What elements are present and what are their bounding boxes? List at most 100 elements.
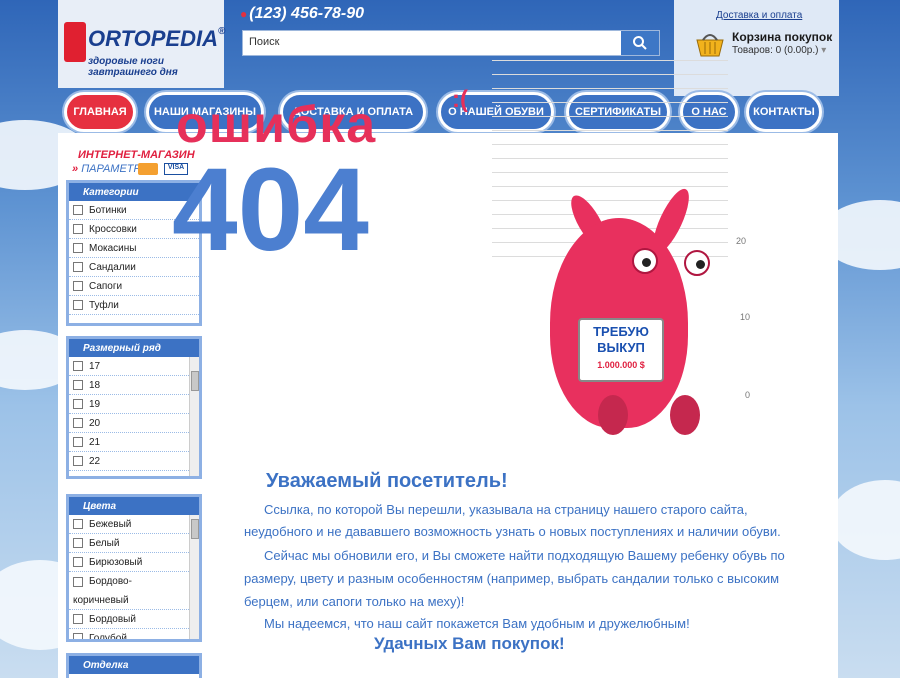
list-item[interactable]: Белый bbox=[69, 534, 199, 553]
checkbox[interactable] bbox=[73, 519, 83, 529]
lineup-mark: 20 bbox=[735, 236, 746, 246]
checkbox[interactable] bbox=[73, 224, 83, 234]
list-item-label: Туфли bbox=[89, 299, 119, 311]
list-item-label: Сапоги bbox=[89, 280, 123, 292]
cart-title[interactable]: Корзина покупок bbox=[732, 30, 832, 44]
list-item-label: коричневый bbox=[73, 594, 129, 606]
sign-amount: 1.000.000 $ bbox=[597, 360, 645, 370]
message-paragraph: неудобного и не дававшего возможность уз… bbox=[244, 524, 781, 539]
list-item[interactable]: 17 bbox=[69, 357, 199, 376]
message-paragraph: Мы надеемся, что наш сайт покажется Вам … bbox=[264, 616, 690, 631]
panel-title: Размерный ряд bbox=[69, 339, 199, 357]
lineup-line bbox=[492, 88, 728, 89]
list-item-label: Бирюзовый bbox=[89, 556, 143, 568]
checkbox[interactable] bbox=[73, 633, 83, 639]
list-item-label: Голубой bbox=[89, 632, 127, 642]
checkbox[interactable] bbox=[73, 361, 83, 371]
monster-pupil bbox=[696, 260, 705, 269]
lineup-line bbox=[492, 200, 728, 201]
message-closing: Удачных Вам покупок! bbox=[374, 634, 565, 653]
error-code: 404 bbox=[172, 144, 369, 276]
search-box: Поиск bbox=[242, 30, 660, 56]
message-paragraph: размеру, цвету и разным особенностям (на… bbox=[244, 571, 780, 586]
list-item-label: Сандалии bbox=[89, 261, 136, 273]
list-item-label: 21 bbox=[89, 436, 101, 448]
checkbox[interactable] bbox=[73, 262, 83, 272]
basket-icon[interactable] bbox=[694, 32, 726, 58]
list-item[interactable]: Туфли bbox=[69, 296, 199, 315]
monster-eye bbox=[684, 250, 710, 276]
lineup-line bbox=[492, 214, 728, 215]
message-paragraph: берцем, или сапоги только на меху)! bbox=[244, 594, 465, 609]
scrollbar-thumb[interactable] bbox=[191, 519, 199, 539]
list-item-label: Бордовый bbox=[89, 613, 136, 625]
lineup-line bbox=[492, 158, 728, 159]
list-item[interactable]: Сапоги bbox=[69, 277, 199, 296]
lineup-mark: 0 bbox=[744, 390, 750, 400]
cloud-decoration bbox=[830, 480, 900, 560]
checkbox[interactable] bbox=[73, 437, 83, 447]
logo-tagline: здоровые ноги завтрашнего дня bbox=[88, 56, 178, 78]
scrollbar[interactable] bbox=[189, 515, 199, 639]
list-item[interactable]: 21 bbox=[69, 433, 199, 452]
checkbox[interactable] bbox=[73, 418, 83, 428]
logo[interactable]: ORTOPEDIA® здоровые ноги завтрашнего дня bbox=[58, 0, 226, 88]
cart-items[interactable]: Товаров: 0 (0.00р.) ▾ bbox=[732, 45, 826, 56]
nav-item-contacts[interactable]: КОНТАКТЫ bbox=[746, 92, 822, 132]
checkbox[interactable] bbox=[73, 614, 83, 624]
logo-mark-icon bbox=[64, 22, 86, 62]
monster-eye bbox=[632, 248, 658, 274]
scrollbar[interactable] bbox=[189, 357, 199, 476]
checkbox[interactable] bbox=[73, 538, 83, 548]
cart-count: Товаров: 0 (0.00р.) bbox=[732, 45, 819, 56]
list-item-label: 20 bbox=[89, 417, 101, 429]
lineup-line bbox=[492, 116, 728, 117]
list-item-label: 18 bbox=[89, 379, 101, 391]
phone-number: (123) 456-78-90 bbox=[249, 5, 364, 22]
checkbox[interactable] bbox=[73, 557, 83, 567]
checkbox[interactable] bbox=[73, 243, 83, 253]
monster-foot bbox=[598, 395, 628, 435]
lineup-line bbox=[492, 186, 728, 187]
search-icon bbox=[633, 36, 647, 50]
logo-reg-mark: ® bbox=[218, 26, 226, 37]
list-item[interactable]: 18 bbox=[69, 376, 199, 395]
checkbox[interactable] bbox=[73, 380, 83, 390]
sign-line-1: ТРЕБУЮ bbox=[593, 324, 649, 339]
checkbox[interactable] bbox=[73, 300, 83, 310]
list-item[interactable]: Бежевый bbox=[69, 515, 199, 534]
list-item-continuation: коричневый bbox=[69, 591, 199, 610]
ransom-sign: ТРЕБУЮ ВЫКУП 1.000.000 $ bbox=[578, 318, 664, 382]
search-input[interactable]: Поиск bbox=[249, 36, 279, 48]
list-item-label: Ботинки bbox=[89, 204, 127, 216]
list-item[interactable]: Бордовый bbox=[69, 610, 199, 629]
checkbox[interactable] bbox=[73, 576, 83, 587]
list-item[interactable]: Бордово- bbox=[69, 572, 199, 591]
list-item-label: Бордово- bbox=[89, 576, 132, 587]
list-item[interactable]: 22 bbox=[69, 452, 199, 471]
search-button[interactable] bbox=[621, 31, 659, 55]
list-item[interactable]: 20 bbox=[69, 414, 199, 433]
list-item[interactable]: Бирюзовый bbox=[69, 553, 199, 572]
lineup-line bbox=[492, 130, 728, 131]
checkbox[interactable] bbox=[73, 281, 83, 291]
list-item[interactable]: 19 bbox=[69, 395, 199, 414]
header-phone: ● (123) 456-78-90 bbox=[240, 5, 364, 23]
list-item-label: Бежевый bbox=[89, 518, 132, 530]
message-paragraph: Сейчас мы обновили его, и Вы сможете най… bbox=[264, 548, 785, 563]
mastercard-icon bbox=[138, 163, 158, 175]
delivery-link[interactable]: Доставка и оплата bbox=[716, 10, 802, 21]
lineup-line bbox=[492, 74, 728, 75]
message-paragraph: Ссылка, по которой Вы перешли, указывала… bbox=[264, 502, 748, 517]
params-prefix: » bbox=[72, 163, 79, 175]
list-item[interactable]: Голубой bbox=[69, 629, 199, 642]
checkbox[interactable] bbox=[73, 205, 83, 215]
filter-finish: Отделка bbox=[66, 653, 202, 678]
monster-foot bbox=[670, 395, 700, 435]
scrollbar-thumb[interactable] bbox=[191, 371, 199, 391]
panel-title: Отделка bbox=[69, 656, 199, 674]
nav-item-home[interactable]: ГЛАВНАЯ bbox=[64, 92, 136, 132]
checkbox[interactable] bbox=[73, 399, 83, 409]
logo-text: ORTOPEDIA bbox=[88, 26, 218, 51]
checkbox[interactable] bbox=[73, 456, 83, 466]
